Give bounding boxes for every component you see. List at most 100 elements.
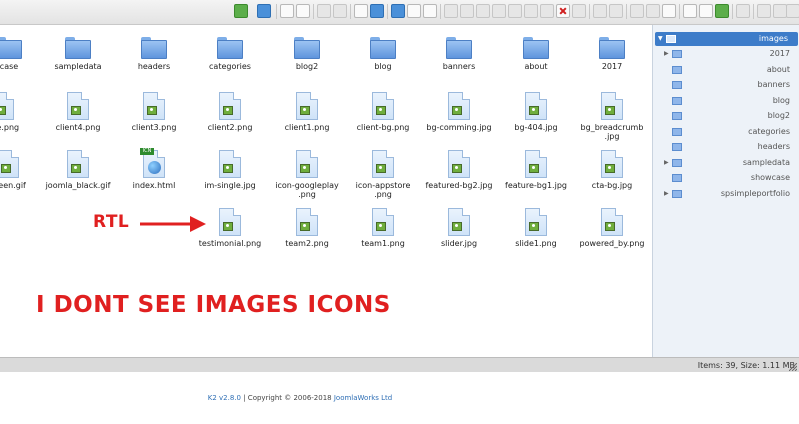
select-icon[interactable] (391, 4, 405, 18)
file-item[interactable]: slider.jpg (419, 208, 499, 248)
nav-forward-icon[interactable] (773, 4, 787, 18)
toolbar-separator (313, 4, 314, 19)
image-file-icon (448, 150, 470, 178)
new-file-icon[interactable] (423, 4, 437, 18)
info-icon[interactable] (370, 4, 384, 18)
fullscreen-icon[interactable] (234, 4, 248, 18)
open-icon[interactable] (407, 4, 421, 18)
rename-icon[interactable] (572, 4, 586, 18)
file-item[interactable]: ICN index.html (114, 148, 194, 190)
folder-item[interactable]: categories (190, 37, 270, 71)
toolbar-separator (732, 4, 733, 19)
file-item[interactable]: bg_breadcrumb .jpg (572, 92, 651, 141)
company-link[interactable]: JoomlaWorks Ltd (334, 394, 392, 402)
file-item[interactable]: client3.png (114, 92, 194, 132)
file-item[interactable]: client1.png (267, 92, 347, 132)
file-item[interactable]: client4.png (38, 92, 118, 132)
file-item[interactable]: powered_by.png (572, 208, 651, 248)
toolbar-separator (387, 4, 388, 19)
save-icon[interactable] (662, 4, 676, 18)
tree-item[interactable]: categories (653, 125, 799, 139)
tree-item[interactable]: headers (653, 140, 799, 154)
file-item[interactable]: feature-bg1.jpg (496, 150, 576, 190)
tree-item[interactable]: about (653, 63, 799, 77)
collapse-arrow-icon[interactable]: ▶ (664, 47, 669, 61)
redo-icon[interactable] (609, 4, 623, 18)
file-item[interactable]: icon-googleplay .png (267, 150, 347, 199)
toolbar-separator (350, 4, 351, 19)
home-icon[interactable] (683, 4, 697, 18)
item-label: 2017 (601, 62, 623, 71)
undo-icon[interactable] (593, 4, 607, 18)
forward-icon[interactable] (492, 4, 506, 18)
file-item[interactable]: bg-404.jpg (496, 92, 576, 132)
item-label: feature-bg1.jpg (505, 181, 567, 190)
file-item[interactable]: team2.png (267, 208, 347, 248)
download-icon[interactable] (715, 4, 729, 18)
file-item[interactable]: ible.png (0, 92, 43, 132)
folder-item[interactable]: about (496, 37, 576, 71)
upload-icon[interactable] (317, 4, 331, 18)
item-label: client-bg.png (356, 123, 410, 132)
cut-icon[interactable] (524, 4, 538, 18)
item-label-ext: .jpg (604, 132, 620, 141)
collapse-arrow-icon[interactable]: ▶ (664, 187, 669, 201)
file-item[interactable]: joomla_black.gif (38, 150, 118, 190)
new-folder-icon[interactable] (333, 4, 347, 18)
tree-item[interactable]: banners (653, 78, 799, 92)
item-label: team1.png (361, 239, 405, 248)
image-file-icon (601, 150, 623, 178)
expand-icon[interactable]: ▼ (658, 32, 663, 46)
image-file-icon (525, 150, 547, 178)
back-icon[interactable] (476, 4, 490, 18)
folder-item[interactable]: blog2 (267, 37, 347, 71)
search-icon[interactable] (508, 4, 522, 18)
sort-icon[interactable] (736, 4, 750, 18)
file-item[interactable]: team1.png (343, 208, 423, 248)
file-item[interactable]: cta-bg.jpg (572, 150, 651, 190)
file-item[interactable]: client-bg.png (343, 92, 423, 132)
nav-up-icon[interactable] (786, 4, 799, 18)
view-list-icon[interactable] (280, 4, 294, 18)
edit-icon[interactable] (630, 4, 644, 18)
reload-icon[interactable] (699, 4, 713, 18)
file-item[interactable]: icon-appstore .png (343, 150, 423, 199)
folder-icon (370, 37, 396, 59)
folder-item[interactable]: 2017 (572, 37, 651, 71)
item-label: index.html (132, 181, 176, 190)
item-label: client2.png (207, 123, 253, 132)
collapse-arrow-icon[interactable]: ▶ (664, 156, 669, 170)
item-label: featured-bg2.jpg (425, 181, 493, 190)
resize-grip-icon[interactable] (789, 363, 797, 371)
tree-item[interactable]: showcase (653, 171, 799, 185)
archive-icon[interactable] (460, 4, 474, 18)
file-item[interactable]: featured-bg2.jpg (419, 150, 499, 190)
folder-item[interactable]: sampledata (38, 37, 118, 71)
delete-icon[interactable] (556, 4, 570, 18)
file-item[interactable]: slide1.png (496, 208, 576, 248)
item-label: client3.png (131, 123, 177, 132)
extract-icon[interactable] (444, 4, 458, 18)
copyright-text: | Copyright © 2006-2018 (241, 394, 334, 402)
tree-item[interactable]: ▶ spsimpleportfolio (653, 187, 799, 201)
folder-item[interactable]: headers (114, 37, 194, 71)
tree-item[interactable]: ▶ 2017 (653, 47, 799, 61)
preview-icon[interactable] (354, 4, 368, 18)
view-icons-icon[interactable] (296, 4, 310, 18)
folder-item[interactable]: blog (343, 37, 423, 71)
tree-item-images[interactable]: ▼ images (655, 32, 798, 46)
item-label: bg-comming.jpg (426, 123, 492, 132)
tree-item[interactable]: blog (653, 94, 799, 108)
file-item[interactable]: bg-comming.jpg (419, 92, 499, 132)
folder-item[interactable]: banners (419, 37, 499, 71)
help-icon[interactable] (257, 4, 271, 18)
tree-item[interactable]: blog2 (653, 109, 799, 123)
k2-version-link[interactable]: K2 v2.8.0 (208, 394, 241, 402)
item-label: slider.jpg (440, 239, 478, 248)
resize-icon[interactable] (646, 4, 660, 18)
nav-back-icon[interactable] (757, 4, 771, 18)
tree-item[interactable]: ▶ sampledata (653, 156, 799, 170)
copy-icon[interactable] (540, 4, 554, 18)
file-item[interactable]: im-single.jpg (190, 150, 270, 190)
file-item[interactable]: client2.png (190, 92, 270, 132)
